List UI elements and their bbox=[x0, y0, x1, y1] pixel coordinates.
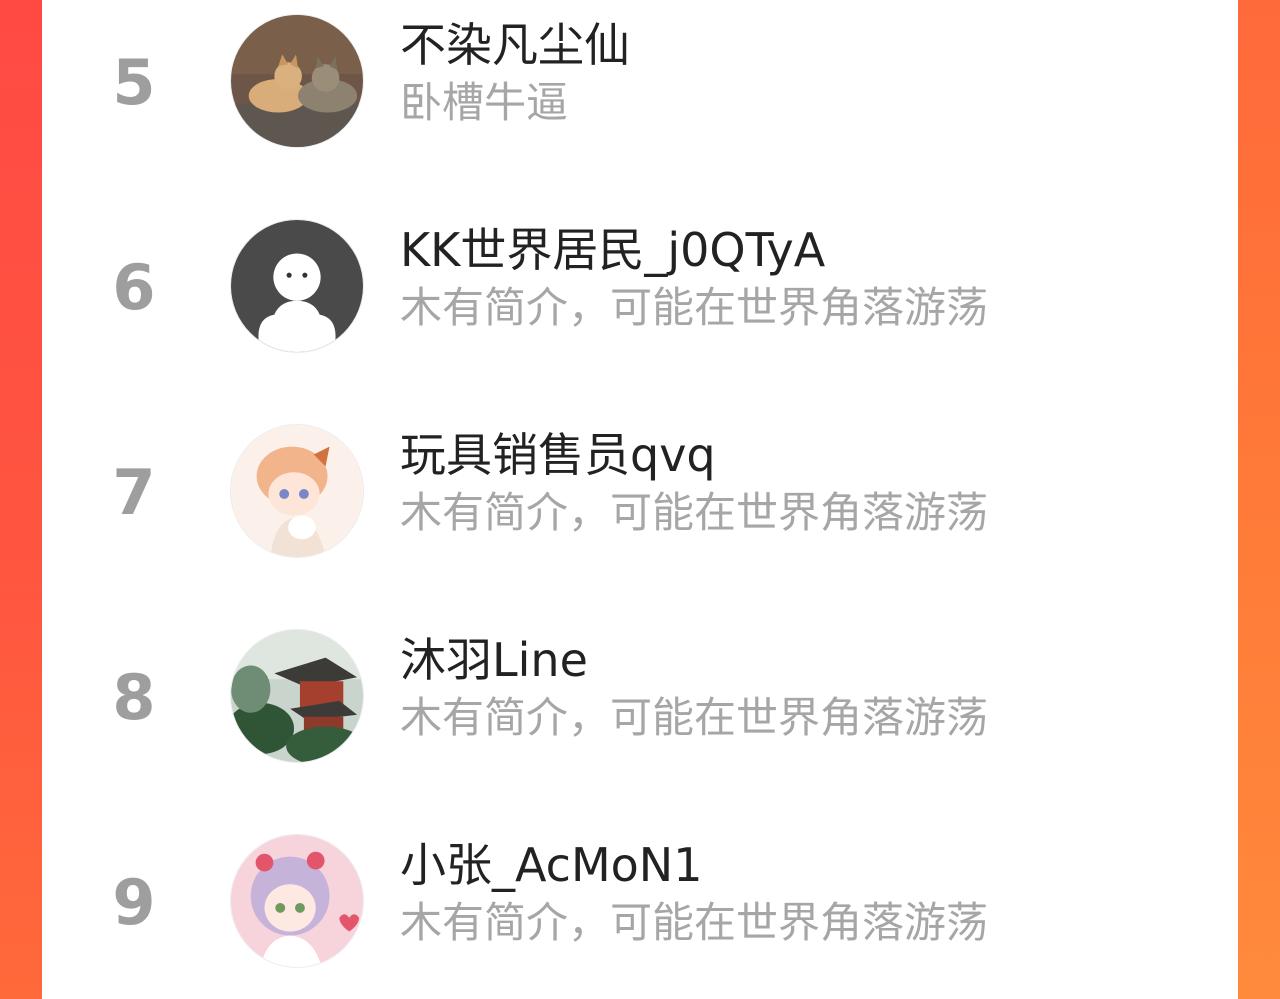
user-name: KK世界居民_j0QTyA bbox=[400, 223, 826, 277]
user-avatar[interactable] bbox=[230, 14, 364, 148]
user-name: 玩具销售员qvq bbox=[400, 428, 716, 482]
user-bio: 木有简介，可能在世界角落游荡 bbox=[400, 488, 989, 537]
user-avatar[interactable] bbox=[230, 219, 364, 353]
user-name: 沐羽Line bbox=[400, 633, 588, 687]
rank-number: 7 bbox=[112, 456, 156, 529]
rank-number: 5 bbox=[112, 46, 156, 119]
rank-number: 6 bbox=[112, 251, 156, 324]
default-ghost-avatar-image bbox=[231, 220, 363, 352]
ranking-list-item[interactable]: 9 小张_AcMoN1 木有简介，可能在世界角落游荡 bbox=[42, 820, 1238, 990]
user-avatar[interactable] bbox=[230, 424, 364, 558]
anime-boy-avatar-image bbox=[231, 425, 363, 557]
cats-photo-avatar-image bbox=[231, 15, 363, 147]
anime-girl-avatar-image bbox=[231, 835, 363, 967]
right-accent-bar bbox=[1238, 0, 1280, 999]
user-bio: 木有简介，可能在世界角落游荡 bbox=[400, 283, 989, 332]
ranking-list-panel: 5 不染凡尘仙 卧槽牛逼 6 KK世界居民_j0QTyA 木有简介，可能在世界角… bbox=[42, 0, 1238, 999]
pavilion-painting-avatar-image bbox=[231, 630, 363, 762]
user-bio: 木有简介，可能在世界角落游荡 bbox=[400, 693, 989, 742]
left-accent-bar bbox=[0, 0, 42, 999]
rank-number: 9 bbox=[112, 866, 156, 939]
user-bio: 卧槽牛逼 bbox=[400, 78, 569, 127]
ranking-list-item[interactable]: 7 玩具销售员qvq 木有简介，可能在世界角落游荡 bbox=[42, 410, 1238, 580]
user-name: 不染凡尘仙 bbox=[400, 18, 630, 72]
user-name: 小张_AcMoN1 bbox=[400, 838, 703, 892]
ranking-list-item[interactable]: 8 沐羽Line 木有简介，可能在世界角落游荡 bbox=[42, 615, 1238, 785]
rank-number: 8 bbox=[112, 661, 156, 734]
user-bio: 木有简介，可能在世界角落游荡 bbox=[400, 898, 989, 947]
ranking-list-item[interactable]: 6 KK世界居民_j0QTyA 木有简介，可能在世界角落游荡 bbox=[42, 205, 1238, 375]
ranking-list-item[interactable]: 5 不染凡尘仙 卧槽牛逼 bbox=[42, 0, 1238, 170]
user-avatar[interactable] bbox=[230, 629, 364, 763]
user-avatar[interactable] bbox=[230, 834, 364, 968]
